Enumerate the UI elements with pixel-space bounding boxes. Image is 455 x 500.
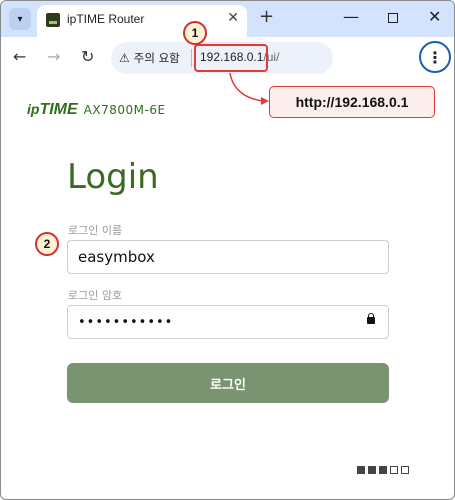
title-bar: ▾ ipTIME Router ✕ + — ✕ bbox=[1, 1, 454, 37]
close-tab-icon[interactable]: ✕ bbox=[227, 10, 239, 26]
page-title: Login bbox=[67, 157, 159, 197]
password-label: 로그인 암호 bbox=[68, 289, 123, 302]
username-input[interactable] bbox=[67, 240, 389, 274]
arrow-left-icon[interactable]: ← bbox=[13, 47, 26, 66]
url-highlight-box bbox=[194, 44, 268, 72]
login-button[interactable]: 로그인 bbox=[67, 363, 389, 403]
maximize-icon[interactable] bbox=[388, 13, 398, 23]
lock-icon bbox=[367, 313, 375, 324]
password-input[interactable] bbox=[67, 305, 389, 339]
chevron-down-icon: ▾ bbox=[17, 13, 23, 25]
tab-search-button[interactable]: ▾ bbox=[9, 8, 31, 30]
url-divider bbox=[191, 49, 192, 67]
favicon-icon bbox=[46, 13, 60, 27]
browser-tab[interactable]: ipTIME Router ✕ bbox=[37, 5, 247, 37]
security-warning-text: 주의 요함 bbox=[133, 51, 180, 65]
new-tab-button[interactable]: + bbox=[259, 6, 274, 27]
language-icon[interactable] bbox=[357, 466, 409, 474]
reload-icon[interactable]: ↻ bbox=[81, 47, 94, 66]
step-badge-1: 1 bbox=[183, 21, 207, 45]
arrow-right-icon[interactable]: → bbox=[47, 47, 60, 66]
close-window-icon[interactable]: ✕ bbox=[428, 7, 441, 26]
minimize-icon[interactable]: — bbox=[343, 7, 359, 26]
url-callout: http://192.168.0.1 bbox=[269, 86, 435, 118]
warning-triangle-icon: ⚠ bbox=[119, 51, 130, 65]
iptime-logo: ipTIME bbox=[27, 101, 78, 118]
model-name: AX7800M-6E bbox=[83, 103, 166, 117]
security-chip[interactable]: ⚠ 주의 요함 bbox=[119, 50, 180, 66]
browser-window: ▾ ipTIME Router ✕ + — ✕ ← → ↻ ⚠ 주의 요함 19… bbox=[0, 0, 455, 500]
tab-title: ipTIME Router bbox=[67, 12, 145, 26]
username-label: 로그인 이름 bbox=[68, 224, 123, 237]
step-badge-2: 2 bbox=[35, 232, 59, 256]
brand-header: ipTIME AX7800M-6E bbox=[27, 101, 166, 119]
kebab-menu-icon[interactable]: ⋮ bbox=[419, 41, 451, 73]
